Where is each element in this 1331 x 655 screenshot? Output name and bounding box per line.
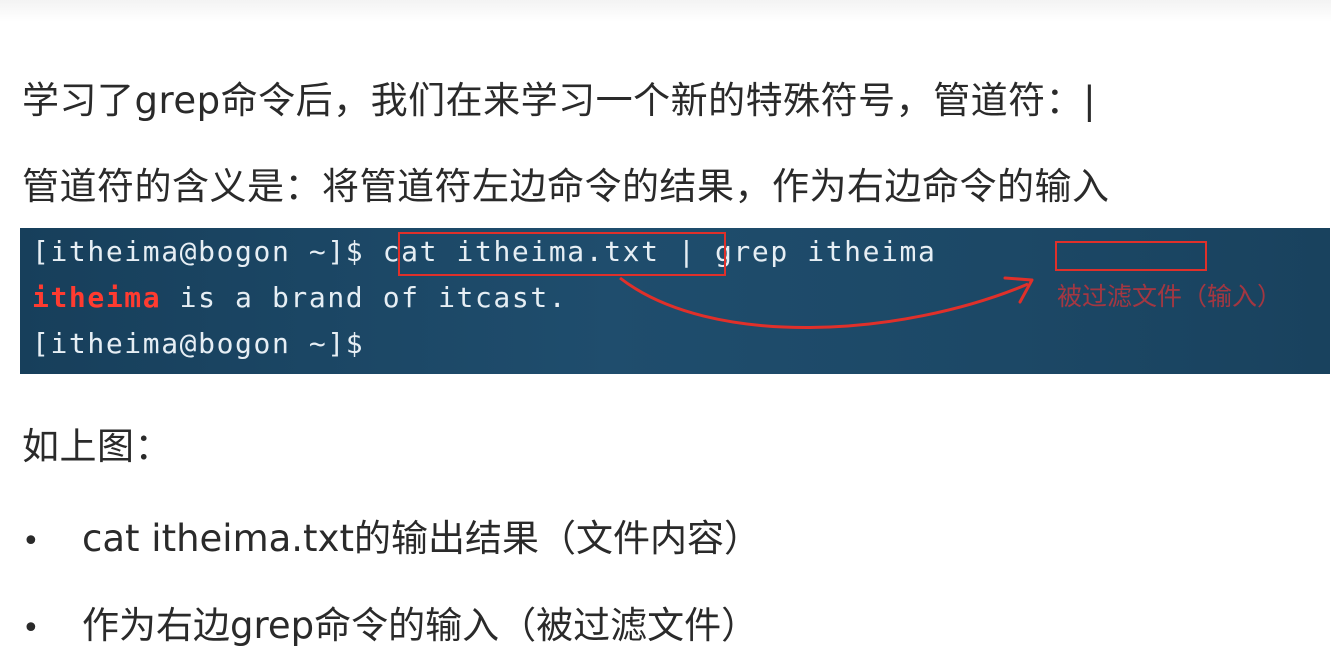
- terminal-screenshot: [itheima@bogon ~]$ cat itheima.txt | gre…: [20, 228, 1330, 374]
- filtered-file-input-label: 被过滤文件（输入）: [1057, 282, 1283, 311]
- bullet-icon: •: [22, 524, 40, 559]
- top-shade: [0, 0, 1331, 22]
- as-above-label: 如上图：: [22, 425, 172, 468]
- list-item-text: cat itheima.txt的输出结果（文件内容）: [82, 517, 761, 560]
- bullet-icon: •: [22, 611, 40, 646]
- list-item: • cat itheima.txt的输出结果（文件内容）: [22, 516, 761, 565]
- list-item-text: 作为右边grep命令的输入（被过滤文件）: [82, 604, 759, 647]
- intro-paragraph: 学习了grep命令后，我们在来学习一个新的特殊符号，管道符：|: [22, 79, 1097, 122]
- list-item: • 作为右边grep命令的输入（被过滤文件）: [22, 603, 758, 652]
- pipe-meaning-paragraph: 管道符的含义是：将管道符左边命令的结果，作为右边命令的输入: [22, 165, 1110, 208]
